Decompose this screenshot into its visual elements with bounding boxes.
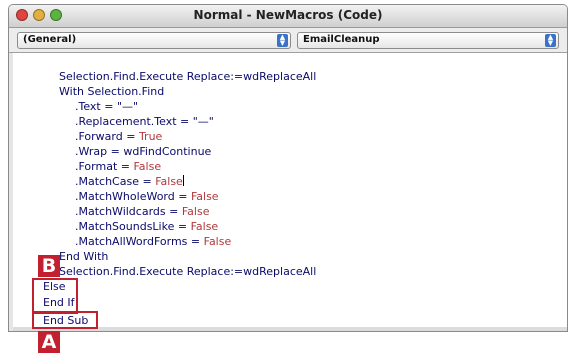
code-line[interactable]: .MatchWildcards = False	[75, 205, 209, 218]
code-window: Normal - NewMacros (Code) (General) ▲ ▼ E…	[8, 4, 568, 332]
window-title: Normal - NewMacros (Code)	[193, 8, 383, 22]
object-dropdown[interactable]: (General) ▲ ▼	[17, 32, 291, 49]
code-line[interactable]: End With	[59, 250, 108, 263]
callout-a-highlight	[32, 311, 98, 329]
code-line[interactable]: With Selection.Find	[59, 85, 164, 98]
code-line[interactable]: .Text = "—"	[75, 100, 138, 113]
code-line[interactable]: .Wrap = wdFindContinue	[75, 145, 211, 158]
code-line[interactable]: .Replacement.Text = "—"	[75, 115, 214, 128]
procedure-dropdown-value: EmailCleanup	[303, 34, 380, 45]
code-line[interactable]: .Format = False	[75, 160, 161, 173]
code-editor[interactable]: Selection.Find.Execute Replace:=wdReplac…	[9, 53, 567, 331]
title-bar[interactable]: Normal - NewMacros (Code)	[9, 5, 567, 28]
code-line[interactable]: .MatchCase = False	[75, 175, 184, 188]
code-line[interactable]: Selection.Find.Execute Replace:=wdReplac…	[59, 70, 316, 83]
dropdown-arrows-icon: ▲ ▼	[545, 34, 556, 47]
callout-b-marker: B	[38, 255, 60, 277]
code-line[interactable]: Selection.Find.Execute Replace:=wdReplac…	[59, 265, 316, 278]
callout-a-marker: A	[38, 331, 60, 353]
code-line[interactable]: .MatchWholeWord = False	[75, 190, 219, 203]
code-line[interactable]: .Forward = True	[75, 130, 162, 143]
code-line[interactable]: .MatchAllWordForms = False	[75, 235, 231, 248]
procedure-selector-bar: (General) ▲ ▼ EmailCleanup ▲ ▼	[9, 28, 567, 53]
dropdown-arrows-icon: ▲ ▼	[277, 34, 288, 47]
object-dropdown-value: (General)	[23, 34, 77, 45]
callout-b-highlight	[32, 278, 78, 314]
text-cursor	[182, 175, 184, 186]
procedure-dropdown[interactable]: EmailCleanup ▲ ▼	[297, 32, 559, 49]
code-line[interactable]: .MatchSoundsLike = False	[75, 220, 218, 233]
